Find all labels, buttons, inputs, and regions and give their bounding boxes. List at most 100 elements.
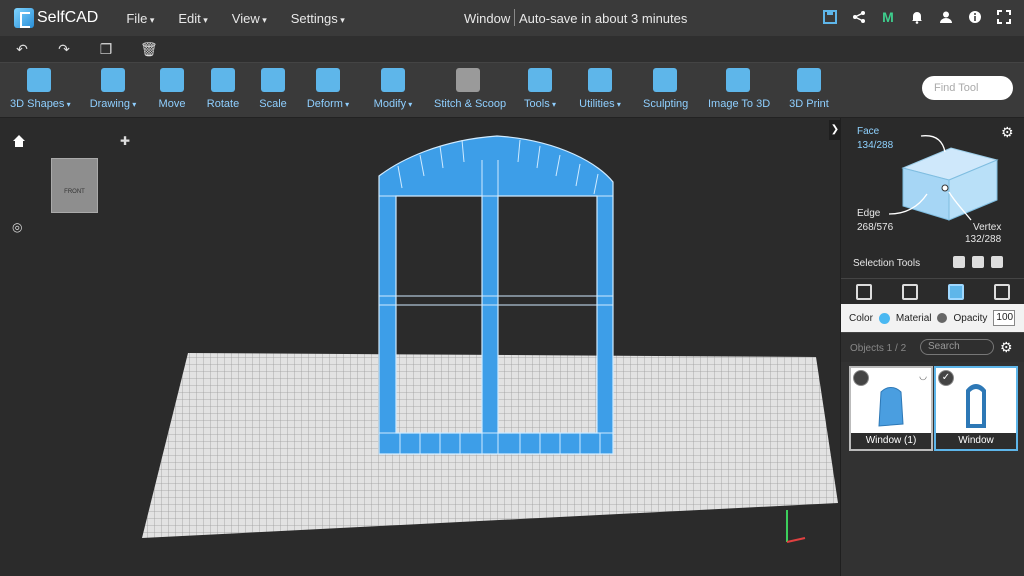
tool-image-to-3d[interactable]: Image To 3D bbox=[708, 68, 770, 110]
app-name: SelfCAD bbox=[37, 9, 99, 26]
menu-edit[interactable]: Edit bbox=[178, 11, 207, 26]
display-mode-bar bbox=[841, 278, 1024, 304]
cube-select-icon[interactable] bbox=[991, 256, 1003, 268]
stitch-scoop-icon bbox=[456, 68, 480, 92]
tool-label: Drawing bbox=[90, 98, 137, 110]
view-cube-face-label: FRONT bbox=[64, 189, 85, 195]
tool-label: Deform bbox=[307, 98, 349, 110]
material-label[interactable]: Material bbox=[896, 313, 932, 324]
tool-3d-print[interactable]: 3D Print bbox=[789, 68, 829, 110]
objects-count: Objects 1 / 2 bbox=[850, 343, 907, 354]
home-icon[interactable] bbox=[12, 134, 26, 153]
tool-tools[interactable]: Tools bbox=[523, 68, 557, 110]
selfcad-logo-icon bbox=[14, 8, 34, 28]
tool-label: Sculpting bbox=[643, 98, 689, 110]
selection-tools-icons bbox=[953, 256, 1003, 268]
color-swatch[interactable] bbox=[878, 312, 890, 324]
rotate-icon bbox=[211, 68, 235, 92]
top-icons: M bbox=[822, 9, 1012, 25]
move-icon bbox=[160, 68, 184, 92]
edge-count: 268/576 bbox=[857, 222, 894, 233]
tool-label: Stitch & Scoop bbox=[434, 98, 507, 110]
paint-select-icon[interactable] bbox=[972, 256, 984, 268]
3d-viewport[interactable]: FRONT ✚ ◎ bbox=[0, 118, 840, 576]
orbit-icon[interactable]: ◎ bbox=[12, 220, 22, 234]
app-logo[interactable]: SelfCAD bbox=[14, 8, 98, 28]
object-card-window[interactable]: ✓ Window bbox=[934, 366, 1018, 451]
vertex-count: 132/288 bbox=[965, 234, 1002, 245]
undo-icon[interactable]: ↶ bbox=[14, 41, 30, 58]
find-tool-input[interactable]: Find Tool bbox=[922, 76, 1013, 100]
selection-mode-diagram: Face 134/288 ⚙ Edge 268/576 Vertex 132/2… bbox=[841, 118, 1024, 278]
vertex-label[interactable]: Vertex bbox=[973, 222, 1001, 233]
object-name: Window (1) bbox=[851, 433, 931, 449]
document-title[interactable]: Window bbox=[464, 11, 510, 26]
menu-settings[interactable]: Settings bbox=[291, 11, 345, 26]
delete-icon[interactable]: 🗑 bbox=[140, 41, 158, 58]
view-cube[interactable]: FRONT bbox=[51, 158, 98, 213]
drawing-icon bbox=[101, 68, 125, 92]
object-card-window-1[interactable]: ◡ Window (1) bbox=[849, 366, 933, 451]
m-logo-icon[interactable]: M bbox=[880, 9, 896, 25]
tool-label: Move bbox=[158, 98, 186, 110]
menu-view[interactable]: View bbox=[232, 11, 267, 26]
tool-drawing[interactable]: Drawing bbox=[89, 68, 137, 110]
tool-sculpting[interactable]: Sculpting bbox=[643, 68, 689, 110]
tool-label: Modify bbox=[374, 98, 413, 110]
autosave-status: Auto-save in about 3 minutes bbox=[519, 11, 688, 26]
tools-icon bbox=[528, 68, 552, 92]
image-to-3d-icon bbox=[726, 68, 750, 92]
main-menu: File Edit View Settings bbox=[126, 11, 344, 26]
opacity-input[interactable]: 100 bbox=[993, 310, 1016, 326]
share-icon[interactable] bbox=[851, 9, 867, 25]
opacity-label: Opacity bbox=[953, 312, 988, 324]
deform-icon bbox=[316, 68, 340, 92]
material-icon[interactable] bbox=[937, 313, 948, 323]
tool-3d-shapes[interactable]: 3D Shapes bbox=[10, 68, 71, 110]
box-select-icon[interactable] bbox=[953, 256, 965, 268]
user-icon[interactable] bbox=[938, 9, 954, 25]
scene-canvas bbox=[142, 135, 838, 543]
redo-icon[interactable]: ↷ bbox=[56, 41, 72, 58]
shaded-view-icon[interactable] bbox=[948, 283, 964, 300]
objects-settings-icon[interactable]: ⚙ bbox=[1000, 339, 1013, 356]
wireframe-view-icon[interactable] bbox=[902, 283, 918, 300]
edge-label[interactable]: Edge bbox=[857, 208, 880, 219]
right-panel: Face 134/288 ⚙ Edge 268/576 Vertex 132/2… bbox=[840, 118, 1024, 576]
selection-tools-label: Selection Tools bbox=[853, 258, 921, 269]
copy-icon[interactable]: ❐ bbox=[98, 41, 114, 58]
tool-label: 3D Shapes bbox=[10, 98, 71, 110]
tool-modify[interactable]: Modify bbox=[372, 68, 414, 110]
tool-label: Tools bbox=[524, 98, 556, 110]
tool-scale[interactable]: Scale bbox=[259, 68, 287, 110]
tool-label: 3D Print bbox=[789, 98, 829, 110]
tool-label: Scale bbox=[259, 98, 287, 110]
modify-icon bbox=[381, 68, 405, 92]
tool-rotate[interactable]: Rotate bbox=[206, 68, 240, 110]
tool-utilities[interactable]: Utilities bbox=[578, 68, 622, 110]
tool-stitch-scoop[interactable]: Stitch & Scoop bbox=[434, 68, 506, 110]
save-icon[interactable] bbox=[822, 9, 838, 25]
3d-print-icon bbox=[797, 68, 821, 92]
object-thumbnail bbox=[966, 384, 986, 428]
solid-view-icon[interactable] bbox=[856, 283, 872, 300]
object-search-input[interactable]: Search bbox=[920, 339, 994, 355]
selection-cube-icon bbox=[888, 135, 999, 221]
object-thumbnail bbox=[878, 387, 904, 427]
bell-icon[interactable] bbox=[909, 9, 925, 25]
info-icon[interactable] bbox=[967, 9, 983, 25]
tool-deform[interactable]: Deform bbox=[306, 68, 350, 110]
history-bar: ↶ ↷ ❐ 🗑 bbox=[0, 36, 1024, 62]
move-view-icon[interactable]: ✚ bbox=[120, 134, 130, 148]
color-label: Color bbox=[849, 312, 873, 324]
top-bar: SelfCAD File Edit View Settings Window A… bbox=[0, 0, 1024, 36]
tool-move[interactable]: Move bbox=[158, 68, 186, 110]
axis-gizmo bbox=[786, 510, 806, 543]
sculpting-icon bbox=[653, 68, 677, 92]
scale-icon bbox=[261, 68, 285, 92]
utilities-icon bbox=[588, 68, 612, 92]
object-properties: Color Material Opacity 100 bbox=[841, 304, 1024, 332]
fullscreen-icon[interactable] bbox=[996, 9, 1012, 25]
xray-view-icon[interactable] bbox=[994, 283, 1010, 300]
menu-file[interactable]: File bbox=[126, 11, 154, 26]
